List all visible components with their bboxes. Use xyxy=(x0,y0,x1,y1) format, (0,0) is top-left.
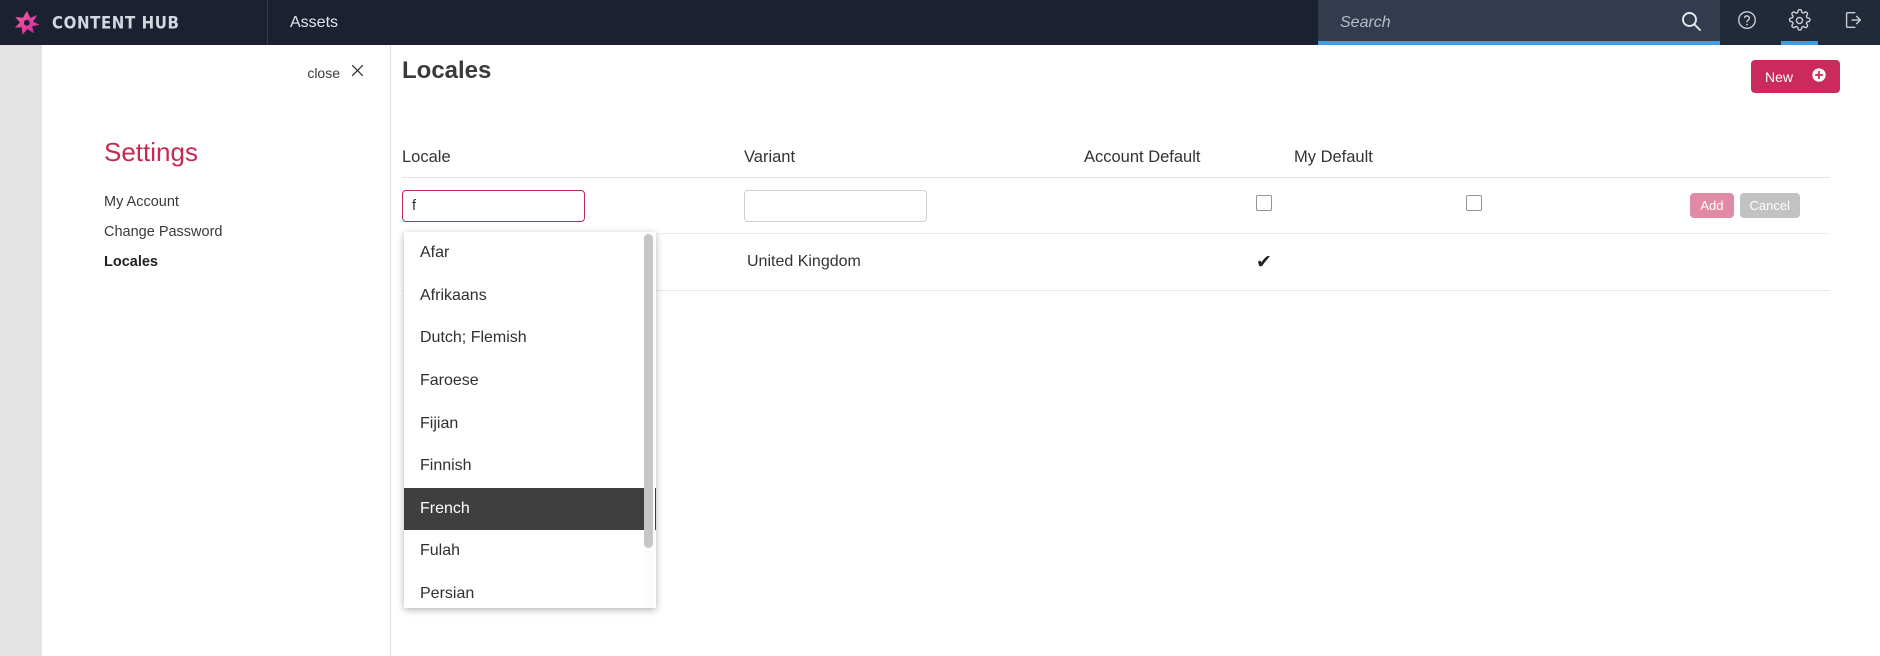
cell-row-actions: Add Cancel xyxy=(1504,193,1830,218)
gear-icon xyxy=(1788,8,1811,37)
column-header-actions xyxy=(1504,167,1830,177)
sidebar-item-change-password[interactable]: Change Password xyxy=(104,217,364,247)
brand-name: CONTENT HUB xyxy=(52,12,180,33)
cell-my-default-checkbox xyxy=(1294,195,1504,216)
dropdown-scrollbar-track[interactable] xyxy=(644,232,655,608)
brand-area[interactable]: CONTENT HUB xyxy=(0,0,268,45)
dropdown-item-dutch-flemish[interactable]: Dutch; Flemish xyxy=(404,317,656,360)
close-label: close xyxy=(307,65,340,81)
plus-circle-icon xyxy=(1811,67,1827,86)
content-hub-burst-logo-icon xyxy=(12,8,42,38)
column-header-locale: Locale xyxy=(402,148,451,166)
settings-panel: close Settings My Account Change Passwor… xyxy=(42,45,391,656)
search-icon xyxy=(1679,9,1703,36)
column-header-my-default: My Default xyxy=(1294,148,1373,166)
dropdown-scrollbar-thumb[interactable] xyxy=(644,234,653,548)
cell-variant: United Kingdom xyxy=(747,253,861,270)
settings-nav-list: My Account Change Password Locales xyxy=(104,187,364,277)
settings-gear-button[interactable] xyxy=(1773,0,1826,45)
new-button-label: New xyxy=(1764,68,1793,85)
help-icon xyxy=(1736,9,1758,36)
table-row-new-locale: Add Cancel xyxy=(402,178,1830,234)
topbar-icon-group xyxy=(1720,0,1880,45)
logout-icon xyxy=(1842,9,1864,36)
cancel-button[interactable]: Cancel xyxy=(1739,193,1800,218)
dropdown-item-afar[interactable]: Afar xyxy=(404,232,656,275)
dropdown-item-fijian[interactable]: Fijian xyxy=(404,402,656,445)
nav-tab-assets-label: Assets xyxy=(290,13,339,31)
locale-suggestion-dropdown[interactable]: Afar Afrikaans Dutch; Flemish Faroese Fi… xyxy=(404,232,656,608)
variant-input[interactable] xyxy=(744,189,927,222)
search-input[interactable] xyxy=(1318,13,1662,32)
column-header-variant: Variant xyxy=(744,148,796,166)
add-button[interactable]: Add xyxy=(1690,193,1734,218)
settings-title: Settings xyxy=(104,137,198,167)
search-container[interactable] xyxy=(1318,0,1720,45)
dropdown-item-finnish[interactable]: Finnish xyxy=(404,445,656,488)
account-default-checkbox[interactable] xyxy=(1256,195,1272,211)
cell-locale-input xyxy=(402,189,744,222)
dropdown-item-fulah[interactable]: Fulah xyxy=(404,530,656,573)
dropdown-item-afrikaans[interactable]: Afrikaans xyxy=(404,275,656,318)
left-gutter xyxy=(0,45,42,656)
dropdown-item-french[interactable]: French xyxy=(404,487,656,531)
cell-account-default-checkbox xyxy=(1084,195,1294,216)
search-button[interactable] xyxy=(1662,0,1720,45)
logout-button[interactable] xyxy=(1826,0,1879,45)
column-header-account-default: Account Default xyxy=(1084,148,1201,166)
my-default-checkbox[interactable] xyxy=(1466,195,1482,211)
table-header-row: Locale Variant Account Default My Defaul… xyxy=(402,133,1830,178)
page-title: Locales xyxy=(402,57,492,84)
dropdown-item-faroese[interactable]: Faroese xyxy=(404,360,656,403)
sidebar-item-locales[interactable]: Locales xyxy=(104,247,364,277)
cell-account-default: ✔ xyxy=(1256,251,1272,273)
close-settings-button[interactable]: close xyxy=(307,62,366,84)
new-locale-button[interactable]: New xyxy=(1750,60,1840,93)
cell-variant-input xyxy=(744,189,1084,222)
nav-tab-assets[interactable]: Assets xyxy=(268,0,360,45)
dropdown-item-persian[interactable]: Persian xyxy=(404,573,656,608)
close-icon xyxy=(349,62,366,84)
sidebar-item-my-account[interactable]: My Account xyxy=(104,187,364,217)
locale-input[interactable] xyxy=(402,189,585,222)
help-icon-button[interactable] xyxy=(1720,0,1773,45)
